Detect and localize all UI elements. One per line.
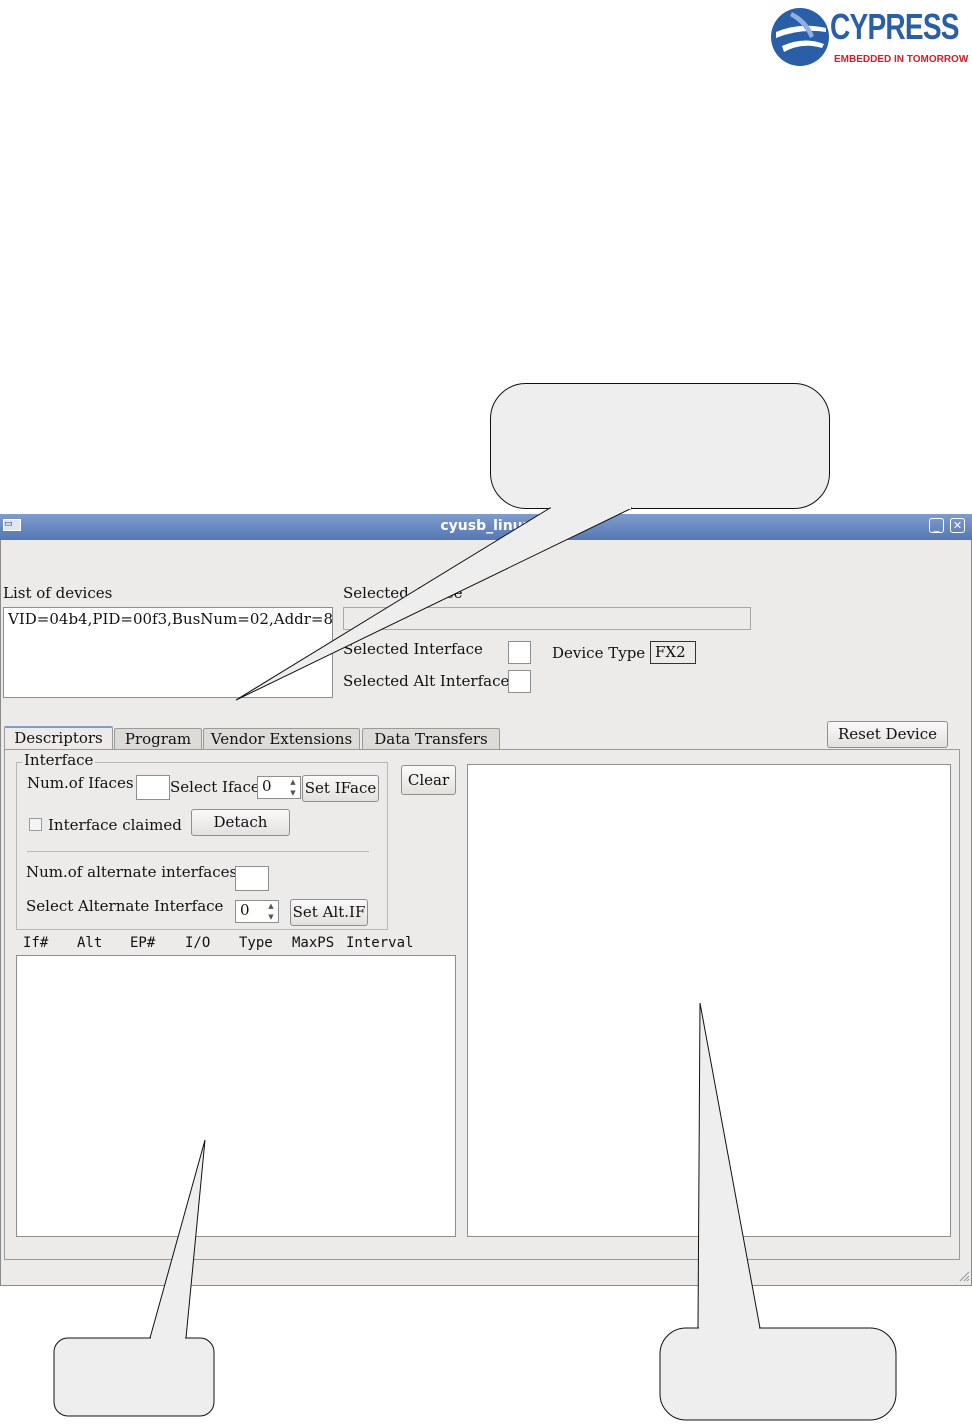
callout-bottom-right <box>659 1327 897 1421</box>
callout-overlay <box>53 507 897 1421</box>
callout-top-pointer <box>235 507 633 701</box>
callout-bottom-left-pointer <box>149 1139 206 1339</box>
callout-bottom-left <box>53 1337 215 1417</box>
callout-bottom-right-pointer <box>697 1002 761 1329</box>
